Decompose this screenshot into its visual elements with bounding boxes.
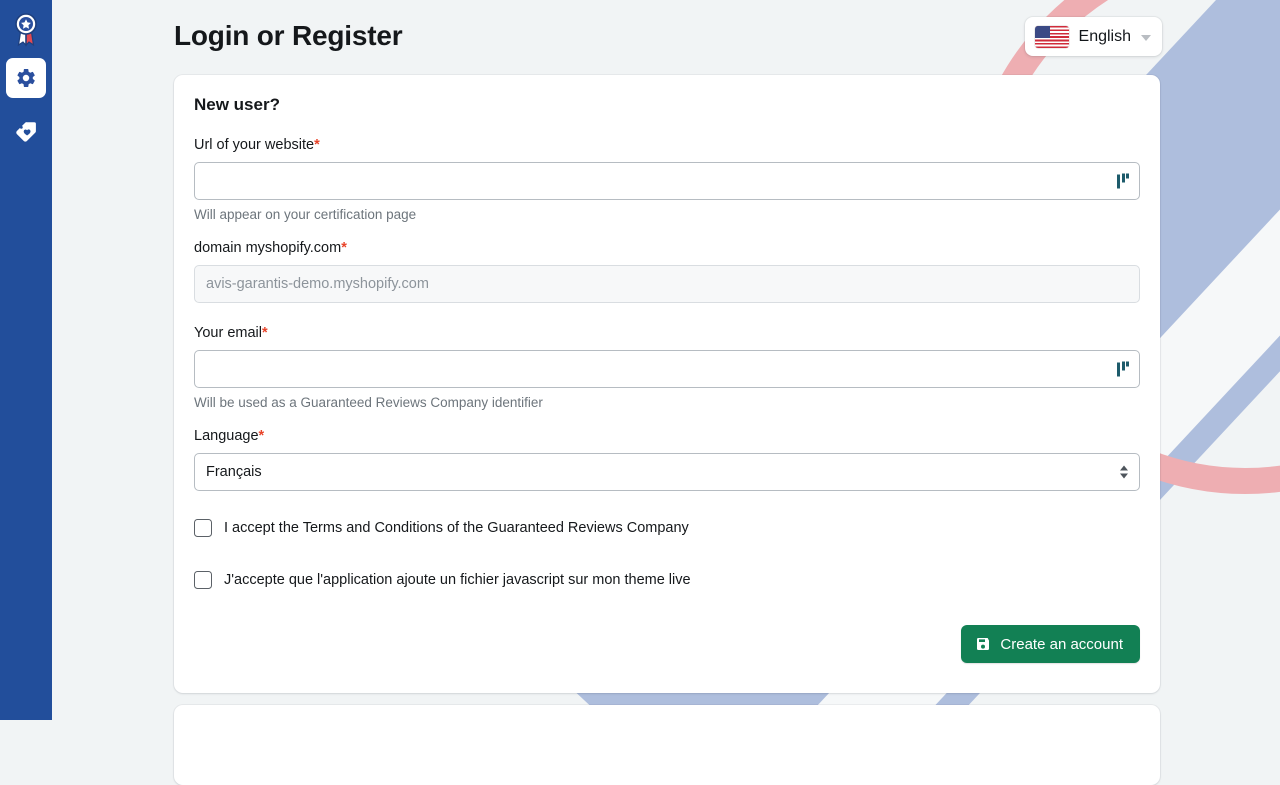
page-title: Login or Register [174,16,402,56]
language-label-text: Language [194,428,259,444]
gear-icon [15,67,37,89]
javascript-checkbox[interactable] [194,571,212,589]
website-url-helper: Will appear on your certification page [194,207,1140,222]
language-select[interactable]: FrançaisEnglishEspañolDeutschItaliano [194,453,1140,491]
checkbox-row-terms[interactable]: I accept the Terms and Conditions of the… [194,519,1140,537]
field-email: Your email* Will be used as a Guaranteed… [194,325,1140,410]
sidebar-item-offers[interactable] [6,112,46,152]
terms-checkbox[interactable] [194,519,212,537]
field-website-url: Url of your website* Will appear on your… [194,137,1140,222]
sidebar-item-settings[interactable] [6,58,46,98]
registration-card: New user? Url of your website* Will appe… [174,75,1160,693]
required-asterisk: * [262,325,268,341]
award-badge-icon [12,13,40,47]
field-domain: domain myshopify.com* [194,240,1140,303]
email-input[interactable] [194,350,1140,388]
save-floppy-icon [975,636,991,652]
create-account-button[interactable]: Create an account [961,625,1140,663]
language-switcher-label: English [1079,28,1131,46]
website-url-input[interactable] [194,162,1140,200]
domain-label: domain myshopify.com* [194,240,1140,256]
language-label: Language* [194,428,1140,444]
email-helper: Will be used as a Guaranteed Reviews Com… [194,395,1140,410]
next-card-peek [174,705,1160,785]
terms-checkbox-label: I accept the Terms and Conditions of the… [224,520,689,536]
required-asterisk: * [341,240,347,256]
us-flag-icon [1035,26,1069,48]
checkbox-row-javascript[interactable]: J'accepte que l'application ajoute un fi… [194,571,1140,589]
javascript-checkbox-label: J'accepte que l'application ajoute un fi… [224,572,691,588]
page-header: Login or Register [174,16,402,56]
card-heading: New user? [194,95,1140,115]
required-asterisk: * [259,428,265,444]
create-account-button-label: Create an account [1000,636,1123,653]
language-switcher[interactable]: English [1025,17,1162,56]
password-manager-icon[interactable] [1117,174,1131,189]
submit-row: Create an account [194,625,1140,663]
domain-input[interactable] [194,265,1140,303]
chevron-down-icon [1141,35,1151,41]
website-url-label: Url of your website* [194,137,1140,153]
tag-heart-icon [14,120,38,144]
password-manager-icon[interactable] [1117,362,1131,377]
website-url-label-text: Url of your website [194,137,314,153]
email-label-text: Your email [194,325,262,341]
field-language: Language* FrançaisEnglishEspañolDeutschI… [194,428,1140,491]
sidebar-item-brand-badge[interactable] [4,8,48,52]
email-label: Your email* [194,325,1140,341]
domain-label-text: domain myshopify.com [194,240,341,256]
app-sidebar [0,0,52,720]
required-asterisk: * [314,137,320,153]
